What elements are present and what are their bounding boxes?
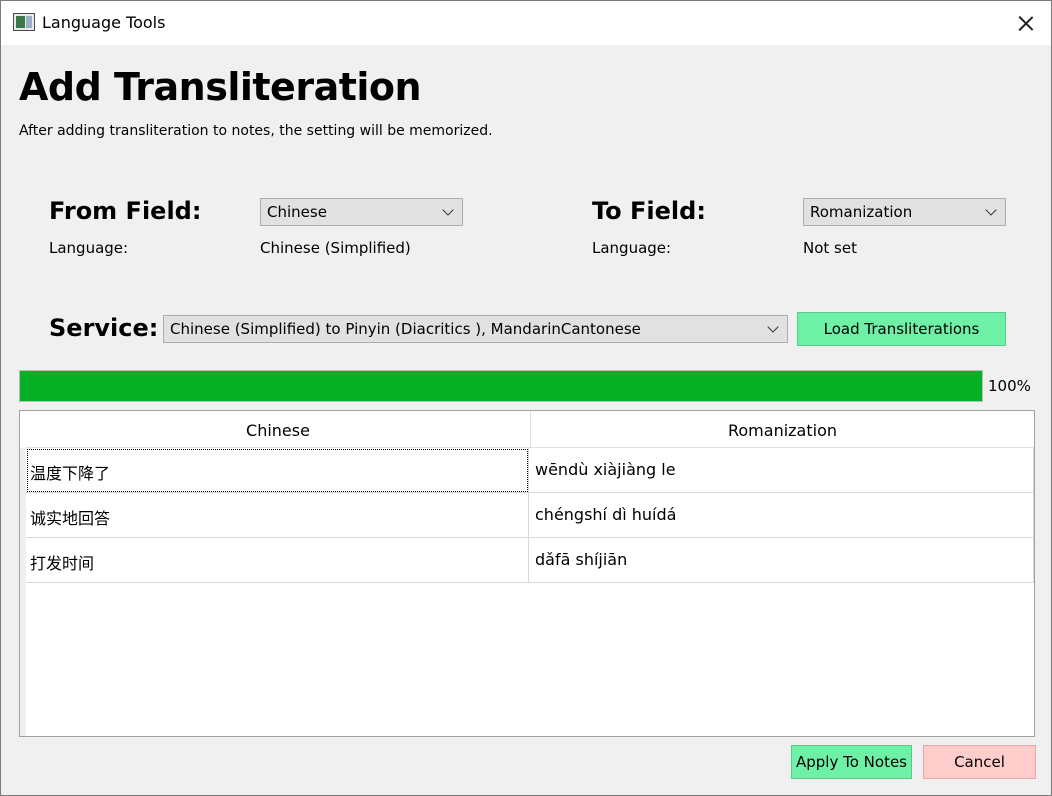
table-row[interactable]: 诚实地回答 chéngshí dì huídá	[26, 493, 1034, 538]
table-cell-source[interactable]: 打发时间	[26, 538, 529, 583]
table-row[interactable]: 温度下降了 wēndù xiàjiàng le	[26, 448, 1034, 493]
service-label: Service:	[49, 314, 159, 342]
progress-bar	[19, 370, 983, 402]
to-field-select[interactable]: Romanization	[803, 198, 1006, 226]
table-cell-transliteration[interactable]: wēndù xiàjiàng le	[529, 448, 1034, 493]
close-icon[interactable]	[1011, 9, 1041, 37]
progress-bar-fill	[20, 371, 982, 401]
table-cell-transliteration[interactable]: chéngshí dì huídá	[529, 493, 1034, 538]
to-field-select-value: Romanization	[810, 203, 913, 221]
apply-to-notes-button[interactable]: Apply To Notes	[791, 745, 912, 779]
from-field-select-value: Chinese	[267, 203, 327, 221]
window-title: Language Tools	[42, 13, 166, 32]
column-header-chinese[interactable]: Chinese	[26, 411, 530, 448]
table-row[interactable]: 打发时间 dǎfā shíjiān	[26, 538, 1034, 583]
from-field-select[interactable]: Chinese	[260, 198, 463, 226]
service-select[interactable]: Chinese (Simplified) to Pinyin (Diacriti…	[163, 315, 788, 343]
from-language-label: Language:	[49, 239, 129, 257]
table-cell-source[interactable]: 诚实地回答	[26, 493, 529, 538]
load-transliterations-button[interactable]: Load Transliterations	[797, 312, 1006, 346]
page-subtitle: After adding transliteration to notes, t…	[19, 123, 493, 139]
service-select-value: Chinese (Simplified) to Pinyin (Diacriti…	[170, 320, 641, 338]
transliteration-table[interactable]: Chinese Romanization 温度下降了 wēndù xiàjiàn…	[19, 410, 1035, 737]
chevron-down-icon	[985, 204, 997, 216]
column-header-romanization[interactable]: Romanization	[530, 411, 1034, 448]
progress-label: 100%	[988, 377, 1031, 395]
dialog-window: Language Tools Add Transliteration After…	[0, 0, 1052, 796]
from-field-label: From Field:	[49, 197, 202, 225]
page-title: Add Transliteration	[19, 65, 422, 109]
to-language-label: Language:	[592, 239, 672, 257]
app-window-icon	[13, 13, 35, 31]
table-cell-transliteration[interactable]: dǎfā shíjiān	[529, 538, 1034, 583]
cancel-button[interactable]: Cancel	[923, 745, 1036, 779]
from-language-value: Chinese (Simplified)	[260, 239, 411, 257]
title-bar: Language Tools	[1, 1, 1051, 45]
chevron-down-icon	[442, 204, 454, 216]
to-language-value: Not set	[803, 239, 857, 257]
to-field-label: To Field:	[592, 197, 706, 225]
chevron-down-icon	[767, 321, 779, 333]
table-cell-source[interactable]: 温度下降了	[26, 448, 529, 493]
